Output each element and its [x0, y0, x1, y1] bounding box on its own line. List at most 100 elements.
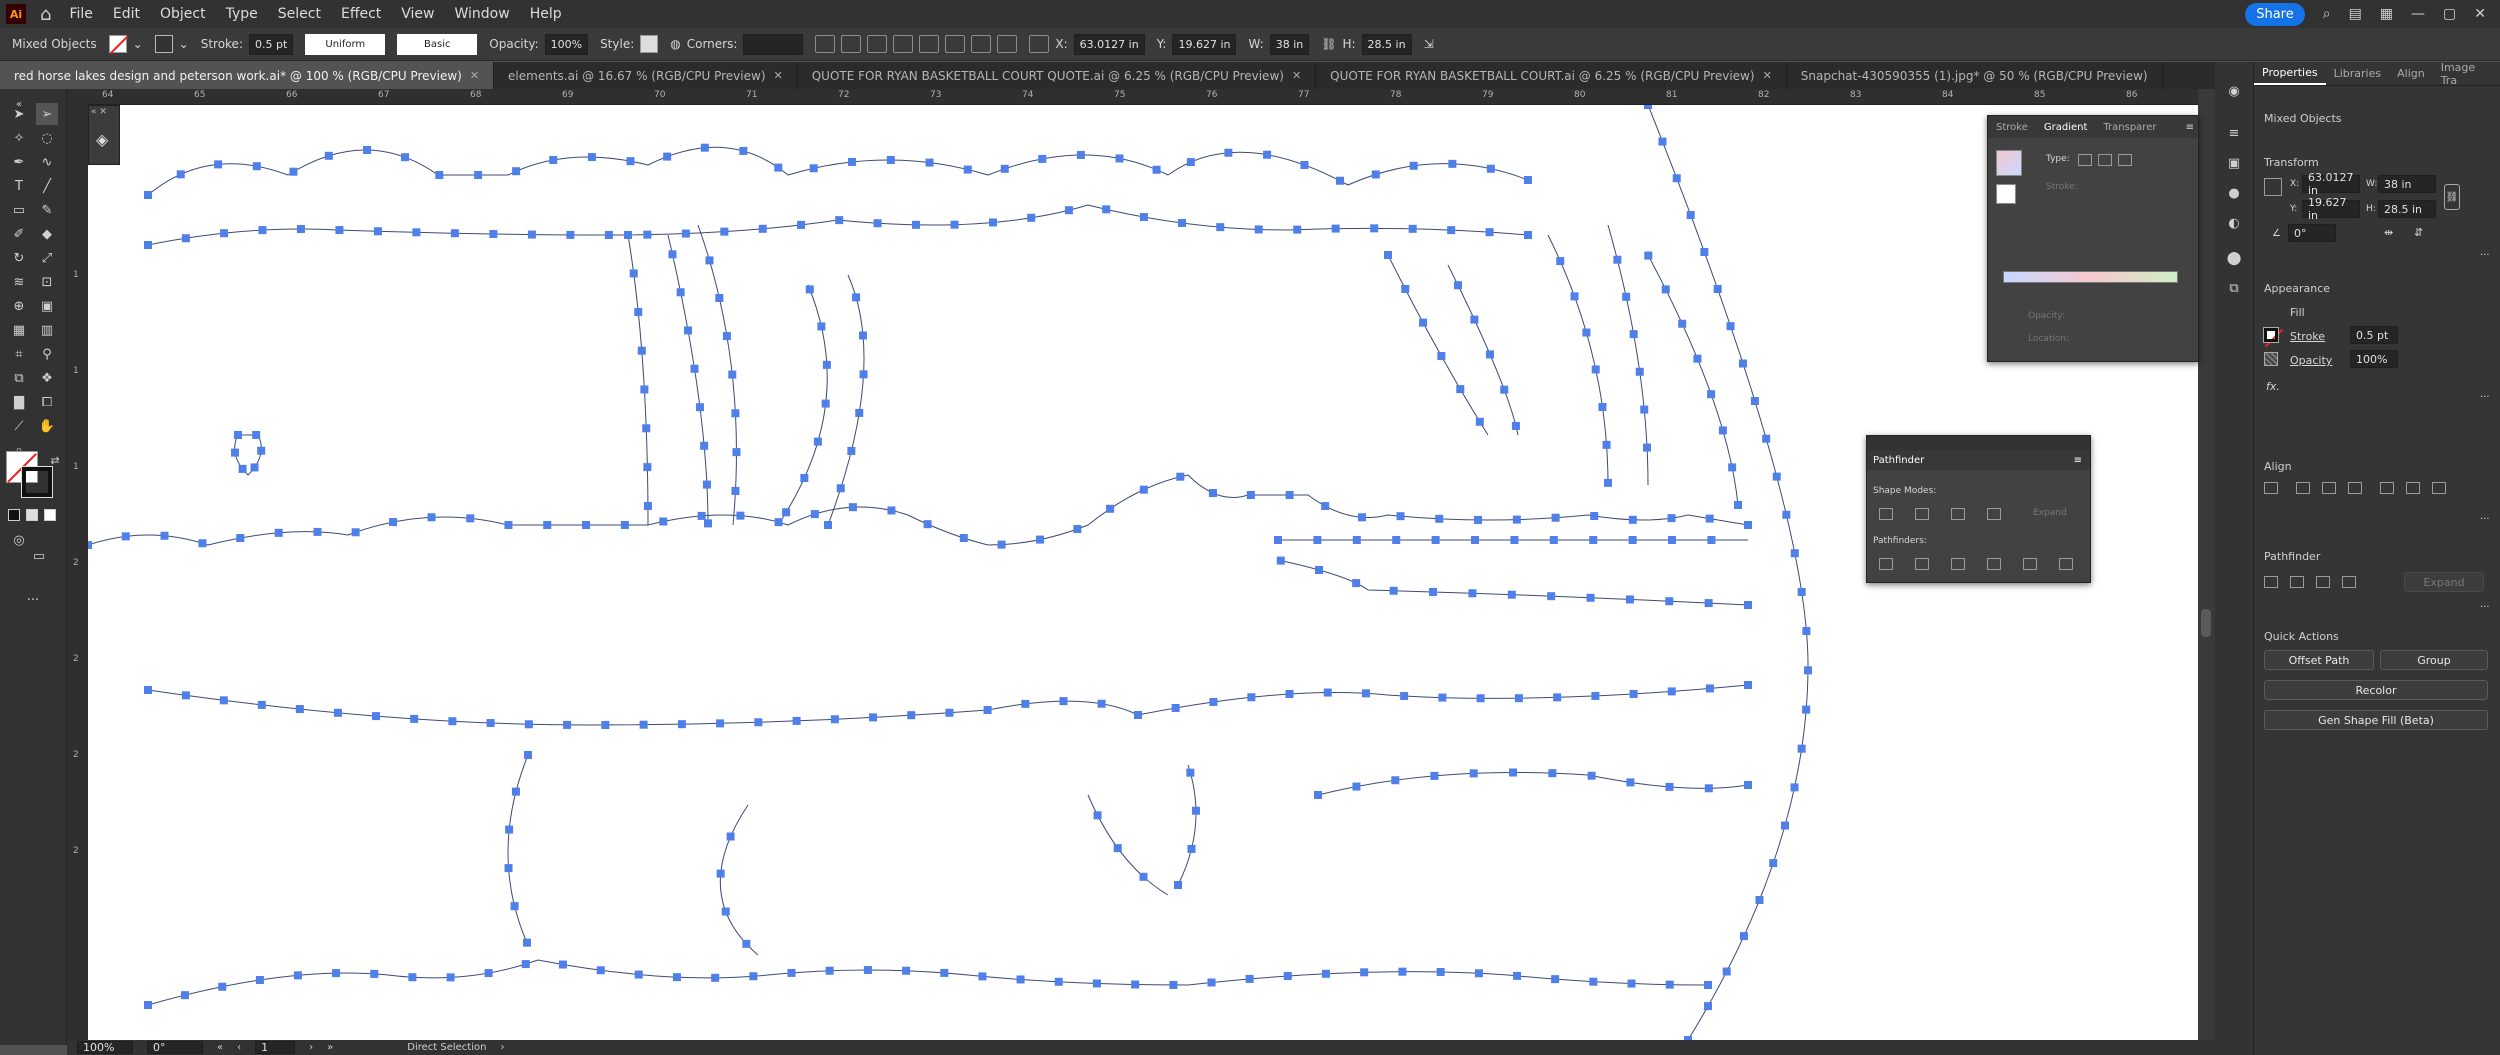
exclude-icon[interactable]	[1987, 508, 2001, 520]
artwork-path[interactable]	[1387, 224, 1739, 506]
anchor-point[interactable]	[886, 156, 895, 165]
anchor-point[interactable]	[1780, 821, 1789, 830]
anchor-point[interactable]	[663, 152, 672, 161]
minus-front-icon[interactable]	[1915, 508, 1929, 520]
anchor-point[interactable]	[1224, 148, 1233, 157]
anchor-point[interactable]	[1625, 595, 1634, 604]
anchor-point[interactable]	[1739, 932, 1748, 941]
anchor-point[interactable]	[1139, 485, 1148, 494]
anchor-point[interactable]	[1408, 224, 1417, 233]
anchor-point[interactable]	[587, 153, 596, 162]
anchor-point[interactable]	[1174, 881, 1182, 889]
anchor-point[interactable]	[923, 520, 932, 529]
anchor-point[interactable]	[582, 521, 591, 529]
anchor-point[interactable]	[731, 409, 740, 418]
anchor-point[interactable]	[121, 532, 130, 541]
symbol-sprayer-icon[interactable]: ❖	[36, 367, 58, 389]
anchor-point[interactable]	[1802, 705, 1811, 714]
anchor-point[interactable]	[697, 511, 706, 520]
anchor-point[interactable]	[1705, 514, 1714, 523]
reference-point-icon[interactable]	[1029, 35, 1050, 53]
share-button[interactable]: Share	[2245, 2, 2305, 26]
rotate-tool-icon[interactable]: ↻	[8, 247, 30, 269]
offset-path-button[interactable]: Offset Path	[2264, 650, 2374, 670]
align-left-icon[interactable]	[815, 35, 836, 53]
opacity-field[interactable]: 100%	[544, 33, 589, 55]
anchor-point[interactable]	[1106, 504, 1115, 513]
anchor-point[interactable]	[1590, 511, 1599, 520]
brushes-icon[interactable]: ⬤	[2223, 247, 2245, 269]
anchor-point[interactable]	[963, 165, 972, 174]
anchor-point[interactable]	[408, 973, 417, 982]
artwork-path[interactable]	[88, 474, 1749, 546]
anchor-point[interactable]	[252, 431, 261, 439]
anchor-point[interactable]	[859, 331, 868, 340]
anchor-point[interactable]	[1548, 769, 1557, 778]
anchor-point[interactable]	[792, 716, 801, 725]
anchor-point[interactable]	[1551, 513, 1560, 522]
anchor-point[interactable]	[1435, 514, 1444, 523]
anchor-point[interactable]	[1707, 390, 1716, 399]
anchor-point[interactable]	[1602, 440, 1611, 449]
eraser-tool-icon[interactable]: ◆	[36, 223, 58, 245]
w-field[interactable]: 38 in	[2378, 175, 2436, 193]
anchor-point[interactable]	[558, 960, 567, 969]
anchor-point[interactable]	[234, 431, 242, 439]
anchor-point[interactable]	[1626, 778, 1635, 787]
anchor-point[interactable]	[446, 973, 455, 982]
anchor-point[interactable]	[1668, 536, 1677, 544]
anchor-point[interactable]	[1722, 967, 1731, 976]
anchor-point[interactable]	[1054, 977, 1063, 986]
last-artboard-icon[interactable]: »	[327, 1042, 333, 1053]
anchor-point[interactable]	[983, 706, 992, 715]
align-center-icon[interactable]	[2322, 482, 2336, 494]
anchor-point[interactable]	[1177, 218, 1186, 227]
slice-tool-icon[interactable]: ⟋	[8, 415, 30, 437]
anchor-point[interactable]	[1734, 501, 1742, 509]
anchor-point[interactable]	[1613, 255, 1622, 264]
anchor-point[interactable]	[1152, 165, 1161, 174]
outline-icon[interactable]	[2023, 558, 2037, 570]
perspective-grid-icon[interactable]: ▦	[8, 319, 30, 341]
anchor-point[interactable]	[716, 869, 725, 878]
anchor-point[interactable]	[236, 534, 245, 543]
anchor-point[interactable]	[511, 787, 520, 796]
anchor-point[interactable]	[1321, 502, 1330, 511]
anchor-point[interactable]	[214, 160, 223, 169]
anchor-point[interactable]	[450, 229, 459, 238]
anchor-point[interactable]	[1276, 556, 1285, 565]
rotate-field[interactable]: 0°	[2288, 224, 2336, 242]
anchor-point[interactable]	[1139, 213, 1148, 222]
align-left-icon[interactable]	[2296, 482, 2310, 494]
graphic-style-swatch[interactable]	[640, 35, 659, 53]
anchor-point[interactable]	[726, 832, 735, 841]
artwork-path[interactable]	[147, 959, 1709, 1006]
anchor-point[interactable]	[1358, 513, 1367, 522]
shaper-tool-icon[interactable]: ✐	[8, 223, 30, 245]
anchor-point[interactable]	[1437, 352, 1446, 361]
anchor-point[interactable]	[1436, 967, 1445, 976]
h-field[interactable]: 28.5 in	[2378, 200, 2436, 218]
anchor-point[interactable]	[181, 691, 190, 700]
artwork-path[interactable]	[147, 204, 1529, 246]
anchor-point[interactable]	[1401, 284, 1410, 293]
anchor-point[interactable]	[1738, 359, 1747, 368]
more-options-icon[interactable]: ···	[2480, 514, 2490, 525]
opacity-field[interactable]: 100%	[2350, 350, 2398, 368]
anchor-point[interactable]	[1718, 426, 1727, 435]
color-icon[interactable]: ●	[2223, 182, 2245, 204]
anchor-point[interactable]	[739, 146, 748, 155]
anchor-point[interactable]	[351, 528, 360, 537]
arrange-documents-icon[interactable]: ▤	[2349, 6, 2362, 22]
anchor-point[interactable]	[1076, 151, 1085, 160]
anchor-point[interactable]	[643, 230, 652, 239]
curvature-tool-icon[interactable]: ∿	[36, 151, 58, 173]
scrollbar-thumb[interactable]	[2201, 609, 2211, 637]
anchor-point[interactable]	[401, 153, 410, 162]
anchor-point[interactable]	[1245, 974, 1254, 983]
anchor-point[interactable]	[809, 164, 818, 173]
anchor-point[interactable]	[813, 437, 822, 446]
unite-icon[interactable]	[2264, 576, 2278, 588]
none-mode-icon[interactable]	[44, 509, 56, 521]
tab-transparency[interactable]: Transparer	[2095, 122, 2164, 133]
